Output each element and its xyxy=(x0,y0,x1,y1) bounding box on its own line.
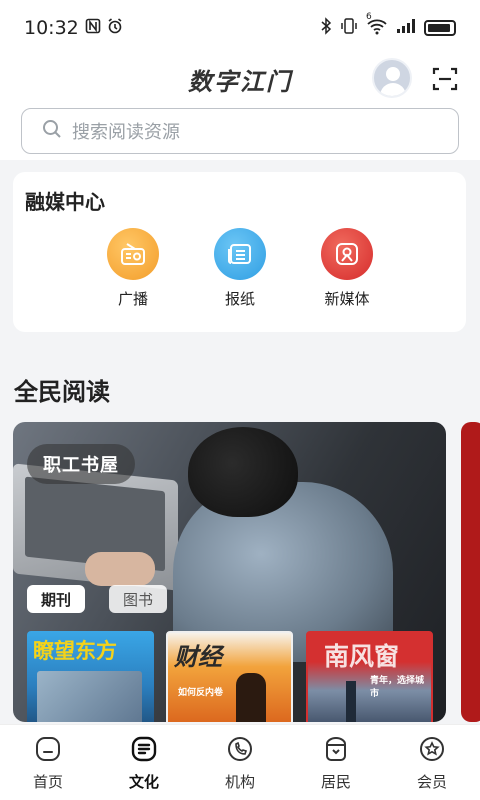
media-label-radio: 广播 xyxy=(117,290,148,308)
battery-icon xyxy=(424,20,456,36)
person-head-image xyxy=(188,427,298,517)
media-item-new-media[interactable]: 新媒体 xyxy=(307,228,387,309)
search-placeholder: 搜索阅读资源 xyxy=(72,122,180,143)
magazine-cover[interactable]: 瞭望东方 xyxy=(27,631,154,722)
media-item-newspaper[interactable]: 报纸 xyxy=(200,228,280,309)
nav-item-resident[interactable]: 居民 xyxy=(291,735,381,792)
nav-item-culture[interactable]: 文化 xyxy=(99,735,189,792)
resident-icon xyxy=(322,735,350,763)
hand-image xyxy=(85,552,155,586)
tab-periodicals[interactable]: 期刊 xyxy=(27,585,86,613)
search-icon xyxy=(42,119,62,144)
signal-icon xyxy=(396,18,416,38)
magazine-cover-image xyxy=(236,673,266,722)
magazine-title: 财经 xyxy=(174,643,222,671)
header: 数字江门 搜索阅读资源 xyxy=(0,56,480,160)
avatar[interactable] xyxy=(372,58,412,98)
media-item-radio[interactable]: 广播 xyxy=(93,228,173,309)
member-icon xyxy=(418,735,446,763)
nav-item-institution[interactable]: 机构 xyxy=(195,735,285,792)
wifi-icon: 6 xyxy=(366,12,388,39)
magazine-title: 南风窗 xyxy=(324,642,400,671)
magazine-cover-image xyxy=(37,671,142,722)
bottom-nav: 首页 文化 机构 居民 会员 xyxy=(0,724,480,800)
media-label-newspaper: 报纸 xyxy=(224,290,255,308)
tab-books[interactable]: 图书 xyxy=(109,585,168,613)
next-banner-peek[interactable] xyxy=(461,422,480,722)
institution-icon xyxy=(226,735,254,763)
nav-label-home: 首页 xyxy=(32,773,63,791)
reading-banner[interactable]: 职工书屋 期刊 图书 瞭望东方 财经 如何反内卷 南风窗 青年，选择城市 xyxy=(13,422,446,722)
magazine-subtitle: 如何反内卷 xyxy=(178,688,224,698)
magazine-cover[interactable]: 南风窗 青年，选择城市 xyxy=(306,631,433,722)
banner-title: 职工书屋 xyxy=(27,444,135,484)
alarm-icon xyxy=(107,17,123,39)
scan-icon[interactable] xyxy=(432,66,458,92)
new-media-icon xyxy=(321,228,373,280)
status-time: 10:32 xyxy=(24,17,79,39)
vibrate-icon xyxy=(340,17,358,39)
search-input[interactable]: 搜索阅读资源 xyxy=(21,108,459,154)
nav-item-home[interactable]: 首页 xyxy=(3,735,93,792)
radio-icon xyxy=(107,228,159,280)
status-left: 10:32 xyxy=(24,17,123,39)
culture-icon xyxy=(130,735,158,763)
avatar-body xyxy=(380,83,406,96)
nav-label-culture: 文化 xyxy=(128,773,159,791)
magazine-cover[interactable]: 财经 如何反内卷 xyxy=(166,631,293,722)
bluetooth-icon xyxy=(320,17,332,39)
newspaper-icon xyxy=(214,228,266,280)
wifi-label: 6 xyxy=(366,12,372,22)
nav-item-member[interactable]: 会员 xyxy=(387,735,477,792)
status-right: 6 xyxy=(320,12,456,39)
media-center-card: 融媒中心 广播 报纸 新媒体 xyxy=(13,172,466,332)
media-label-new-media: 新媒体 xyxy=(324,290,370,308)
magazine-title: 瞭望东方 xyxy=(33,639,117,663)
nfc-icon xyxy=(85,17,101,39)
magazine-cover-image xyxy=(346,681,356,722)
home-icon xyxy=(34,735,62,763)
nav-label-institution: 机构 xyxy=(224,773,255,791)
reading-section-title: 全民阅读 xyxy=(14,378,110,406)
nav-label-resident: 居民 xyxy=(320,773,351,791)
avatar-head xyxy=(386,67,400,81)
media-center-title: 融媒中心 xyxy=(25,190,105,214)
magazine-subtitle: 青年，选择城市 xyxy=(370,676,425,699)
nav-label-member: 会员 xyxy=(416,773,447,791)
status-bar: 10:32 6 xyxy=(0,0,480,56)
